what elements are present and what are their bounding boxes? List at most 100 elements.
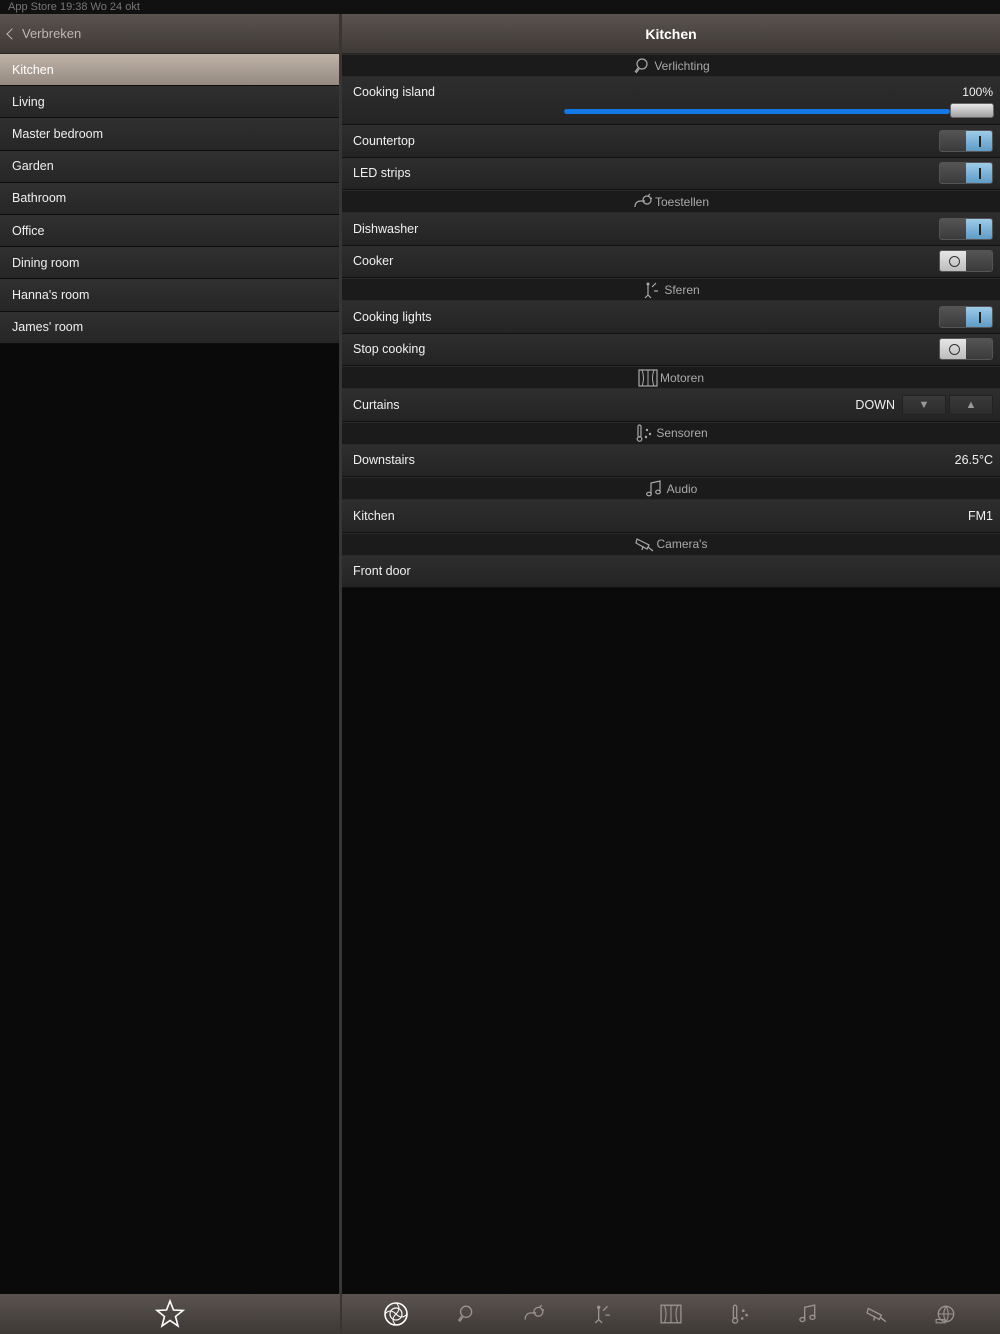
room-item-kitchen[interactable]: Kitchen — [0, 54, 340, 87]
thermometer-icon — [634, 424, 652, 442]
plug-icon — [523, 1304, 545, 1324]
row-label: Dishwasher — [353, 221, 419, 236]
room-label: Hanna's room — [12, 287, 90, 302]
room-label: Garden — [12, 159, 54, 174]
room-label: Master bedroom — [12, 126, 104, 141]
rooms-icon — [382, 1300, 410, 1328]
mood-icon — [592, 1304, 612, 1324]
switch-row-dishwasher: Dishwasher — [342, 213, 1000, 246]
curtains-up-button[interactable]: ▲ — [949, 394, 993, 415]
section-audio: Audio — [342, 477, 1000, 500]
chevron-left-icon — [6, 27, 18, 40]
section-lighting: Verlichting — [342, 54, 1000, 77]
tab-audio[interactable] — [793, 1299, 823, 1329]
room-item-hannas-room[interactable]: Hanna's room — [0, 279, 340, 312]
section-appliances: Toestellen — [342, 190, 1000, 213]
countertop-toggle[interactable] — [939, 129, 993, 152]
cooking-lights-toggle[interactable] — [939, 305, 993, 328]
camera-icon — [866, 1304, 888, 1324]
dimmer-slider-thumb[interactable] — [950, 103, 994, 118]
room-detail-pane: Kitchen Verlichting Cooking island 100% … — [342, 14, 1000, 1294]
tab-motors[interactable] — [656, 1299, 686, 1329]
row-label: Countertop — [353, 133, 415, 148]
star-icon — [155, 1299, 185, 1329]
row-label: Cooking island — [353, 85, 435, 99]
mood-icon — [642, 281, 660, 299]
favorites-tab[interactable] — [155, 1299, 185, 1329]
room-label: Office — [12, 223, 45, 238]
thermometer-icon — [729, 1304, 751, 1324]
switch-row-led-strips: LED strips — [342, 157, 1000, 190]
room-label: Bathroom — [12, 191, 67, 206]
room-item-office[interactable]: Office — [0, 214, 340, 248]
mood-row-cooking-lights: Cooking lights — [342, 301, 1000, 334]
tab-appliances[interactable] — [519, 1299, 549, 1329]
arrow-up-icon: ▲ — [965, 398, 977, 411]
dimmer-slider-track[interactable] — [564, 109, 950, 114]
cooker-toggle[interactable] — [939, 250, 993, 273]
room-item-james-room[interactable]: James' room — [0, 311, 340, 344]
section-moods: Sferen — [342, 278, 1000, 301]
category-tab-bar — [342, 1294, 1000, 1334]
section-title: Audio — [666, 481, 698, 496]
section-title: Verlichting — [654, 58, 710, 73]
sensor-row-downstairs: Downstairs 26.5°C — [342, 444, 1000, 477]
section-title: Sferen — [664, 282, 700, 297]
sensor-value: 26.5°C — [954, 453, 993, 468]
back-label: Verbreken — [22, 26, 82, 41]
camera-icon — [634, 535, 653, 553]
tab-lighting[interactable] — [450, 1299, 480, 1329]
page-title: Kitchen — [342, 14, 1000, 54]
section-title: Motoren — [659, 370, 705, 385]
room-label: Kitchen — [12, 62, 54, 77]
tab-rooms[interactable] — [381, 1299, 411, 1329]
audio-source: FM1 — [968, 508, 993, 523]
room-item-garden[interactable]: Garden — [0, 150, 340, 183]
room-item-bathroom[interactable]: Bathroom — [0, 182, 340, 215]
row-label: Kitchen — [353, 508, 395, 523]
section-title: Camera's — [656, 537, 708, 551]
curtain-icon — [660, 1304, 682, 1324]
switch-row-countertop: Countertop — [342, 125, 1000, 158]
curtains-state: DOWN — [855, 397, 895, 412]
motor-row-curtains: Curtains DOWN ▼ ▲ — [342, 389, 1000, 422]
bulb-icon — [632, 57, 650, 75]
switch-row-cooker: Cooker — [342, 245, 1000, 278]
status-left: App Store 19:38 Wo 24 okt — [8, 1, 140, 13]
bulb-icon — [455, 1304, 475, 1324]
tab-globe[interactable] — [931, 1299, 961, 1329]
row-label: Curtains — [353, 397, 400, 412]
dishwasher-toggle[interactable] — [939, 217, 993, 240]
disconnect-button[interactable]: Verbreken — [0, 14, 340, 54]
audio-row-kitchen[interactable]: Kitchen FM1 — [342, 500, 1000, 533]
stop-cooking-toggle[interactable] — [939, 338, 993, 361]
mood-row-stop-cooking: Stop cooking — [342, 333, 1000, 366]
room-label: James' room — [12, 320, 84, 335]
music-note-icon — [645, 479, 663, 498]
section-motors: Motoren — [342, 366, 1000, 389]
room-list-pane: Verbreken Kitchen Living Master bedroom … — [0, 14, 340, 1294]
led-strips-toggle[interactable] — [939, 162, 993, 185]
music-note-icon — [798, 1304, 818, 1324]
tab-moods[interactable] — [587, 1299, 617, 1329]
room-item-master-bedroom[interactable]: Master bedroom — [0, 118, 340, 151]
dimmer-value: 100% — [962, 85, 993, 99]
tab-cameras[interactable] — [862, 1299, 892, 1329]
favorites-bar — [0, 1294, 340, 1334]
room-item-dining-room[interactable]: Dining room — [0, 247, 340, 280]
row-label: LED strips — [353, 166, 411, 181]
tab-sensors[interactable] — [725, 1299, 755, 1329]
section-title: Sensoren — [656, 426, 708, 440]
plug-icon — [633, 193, 653, 211]
row-label: Downstairs — [353, 453, 415, 468]
curtain-icon — [638, 368, 658, 387]
room-label: Dining room — [12, 255, 80, 270]
room-item-living[interactable]: Living — [0, 86, 340, 119]
camera-row-front-door[interactable]: Front door — [342, 555, 1000, 588]
status-bar: App Store 19:38 Wo 24 okt — [0, 0, 1000, 14]
dimmer-row-cooking-island: Cooking island 100% — [342, 77, 1000, 125]
row-label: Stop cooking — [353, 342, 426, 357]
row-label: Cooking lights — [353, 309, 432, 324]
curtains-down-button[interactable]: ▼ — [902, 394, 946, 415]
section-sensors: Sensoren — [342, 421, 1000, 445]
